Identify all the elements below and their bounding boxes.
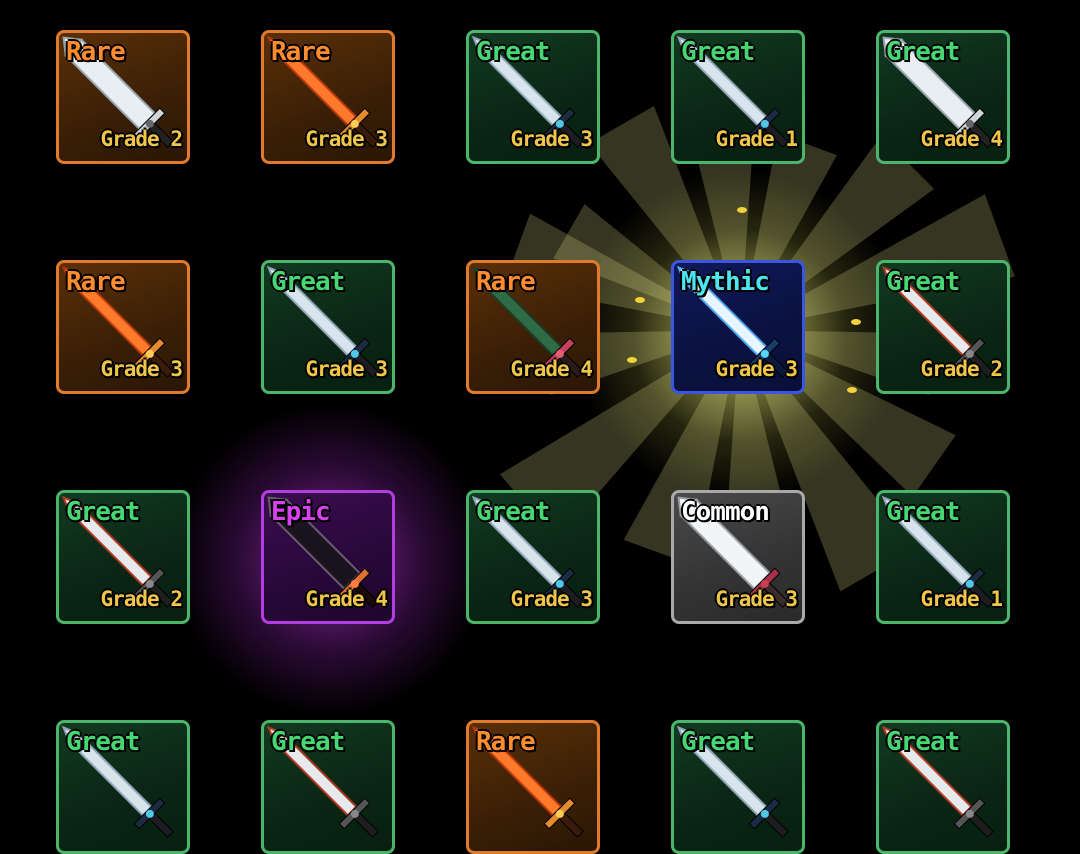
rarity-label: Rare (66, 267, 126, 297)
weapon-card[interactable]: Common Grade 3 (671, 490, 805, 624)
grade-label: Grade 3 (715, 357, 798, 381)
rarity-label: Great (476, 497, 550, 527)
weapon-card[interactable]: Great (876, 720, 1010, 854)
weapon-card[interactable]: Epic Grade 4 (261, 490, 395, 624)
weapon-card[interactable]: Great Grade 1 (671, 30, 805, 164)
rarity-label: Common (681, 497, 770, 527)
grade-label: Grade 3 (100, 357, 183, 381)
weapon-card[interactable]: Great Grade 3 (466, 30, 600, 164)
rarity-label: Great (271, 727, 345, 757)
sparkle (635, 297, 645, 303)
rarity-label: Rare (476, 727, 536, 757)
grade-label: Grade 2 (100, 587, 183, 611)
grade-label: Grade 3 (510, 127, 593, 151)
rarity-label: Great (886, 37, 960, 67)
weapon-card[interactable]: Great (56, 720, 190, 854)
rarity-label: Great (886, 267, 960, 297)
rarity-label: Rare (476, 267, 536, 297)
weapon-card[interactable]: Great (261, 720, 395, 854)
grade-label: Grade 2 (100, 127, 183, 151)
grade-label: Grade 4 (920, 127, 1003, 151)
rarity-label: Rare (271, 37, 331, 67)
weapon-card[interactable]: Great Grade 3 (261, 260, 395, 394)
weapon-card[interactable]: Rare Grade 2 (56, 30, 190, 164)
rarity-label: Great (476, 37, 550, 67)
grade-label: Grade 3 (510, 587, 593, 611)
grade-label: Grade 3 (715, 587, 798, 611)
rarity-label: Great (886, 497, 960, 527)
rarity-label: Great (886, 727, 960, 757)
weapon-card[interactable]: Rare (466, 720, 600, 854)
weapon-card[interactable]: Great (671, 720, 805, 854)
grade-label: Grade 1 (920, 587, 1003, 611)
rarity-label: Great (271, 267, 345, 297)
grade-label: Grade 3 (305, 127, 388, 151)
grade-label: Grade 4 (510, 357, 593, 381)
rarity-label: Epic (271, 497, 331, 527)
grade-label: Grade 4 (305, 587, 388, 611)
weapon-card[interactable]: Rare Grade 4 (466, 260, 600, 394)
sparkle (847, 387, 857, 393)
rarity-label: Great (681, 727, 755, 757)
weapon-card[interactable]: Great Grade 2 (56, 490, 190, 624)
weapon-card[interactable]: Great Grade 2 (876, 260, 1010, 394)
weapon-card[interactable]: Great Grade 1 (876, 490, 1010, 624)
sparkle (737, 207, 747, 213)
sparkle (851, 319, 861, 325)
inventory-grid: Rare Grade 2 Rare Grade 3 Great Grade 3 Gre… (0, 0, 1080, 854)
weapon-card[interactable]: Great Grade 4 (876, 30, 1010, 164)
sparkle (627, 357, 637, 363)
weapon-card[interactable]: Rare Grade 3 (56, 260, 190, 394)
weapon-card[interactable]: Great Grade 3 (466, 490, 600, 624)
weapon-card[interactable]: Mythic Grade 3 (671, 260, 805, 394)
grade-label: Grade 1 (715, 127, 798, 151)
grade-label: Grade 3 (305, 357, 388, 381)
rarity-label: Rare (66, 37, 126, 67)
weapon-card[interactable]: Rare Grade 3 (261, 30, 395, 164)
rarity-label: Mythic (681, 267, 770, 297)
rarity-label: Great (66, 727, 140, 757)
rarity-label: Great (66, 497, 140, 527)
rarity-label: Great (681, 37, 755, 67)
grade-label: Grade 2 (920, 357, 1003, 381)
